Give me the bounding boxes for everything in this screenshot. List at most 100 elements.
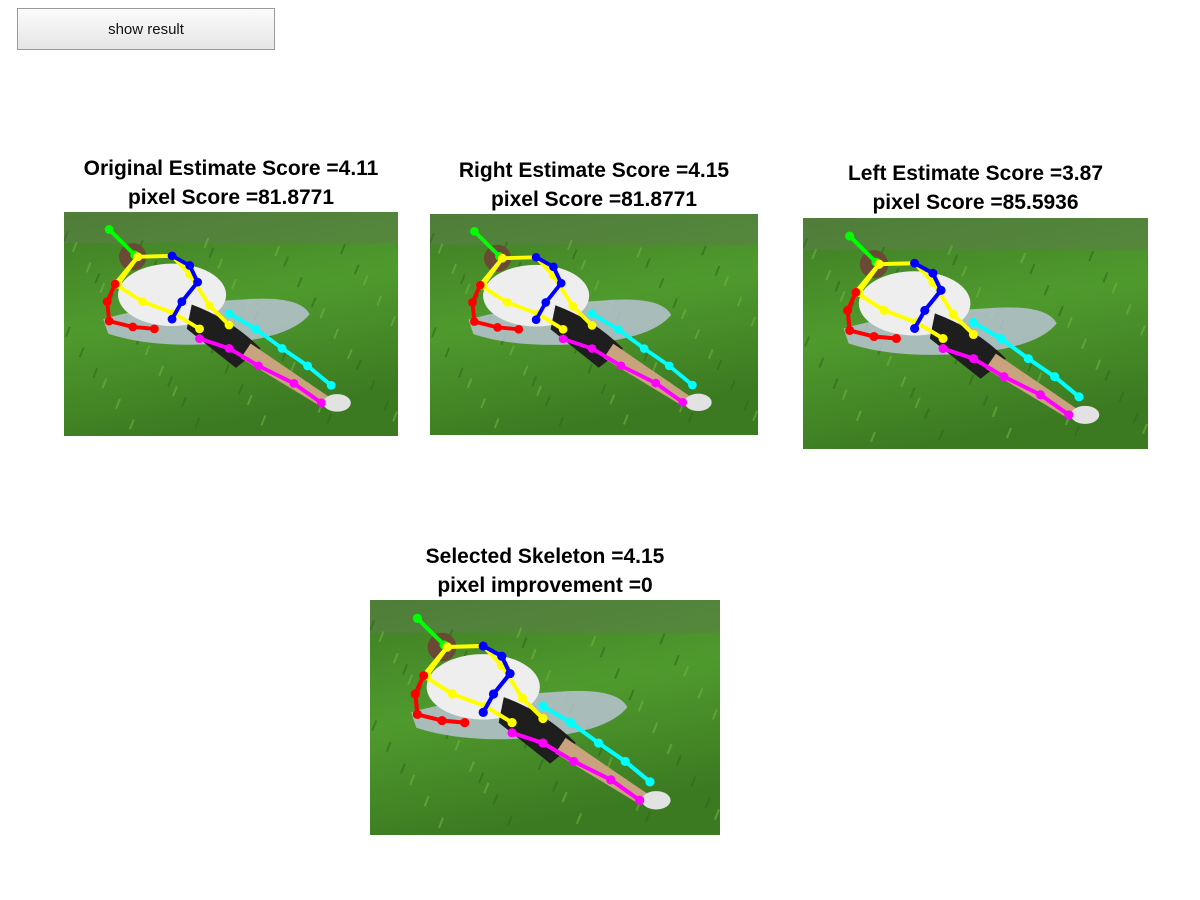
skeleton-joint <box>177 297 187 306</box>
skeleton-joint <box>845 231 855 241</box>
fence-background <box>370 600 720 633</box>
skeleton-joint <box>224 308 234 318</box>
skeleton-joint <box>566 718 576 728</box>
skeleton-joint <box>195 324 204 334</box>
skeleton-joint <box>999 372 1009 382</box>
skeleton-joint <box>558 324 568 334</box>
skeleton-joint <box>138 297 148 306</box>
skeleton-joint <box>133 252 143 262</box>
skeleton-overlay <box>803 218 1148 449</box>
skeleton-joint <box>843 305 853 315</box>
skeleton-joint <box>531 315 541 325</box>
skeleton-joint <box>620 756 630 767</box>
skeleton-joint <box>948 309 958 319</box>
skeleton-joint <box>549 262 558 272</box>
skeleton-joint <box>303 361 313 371</box>
skeleton-joint <box>613 324 623 334</box>
skeleton-joint <box>910 258 920 268</box>
skeleton-joint <box>128 322 138 332</box>
skeleton-joint <box>678 398 688 407</box>
skeleton-joint <box>538 713 548 724</box>
skeleton-joint <box>606 775 616 785</box>
skeleton-joint <box>928 268 938 278</box>
shoe <box>1070 405 1100 424</box>
shoe <box>641 791 671 810</box>
skeleton-joint <box>688 380 697 390</box>
skeleton-joint <box>507 718 517 728</box>
skeleton-joint <box>497 651 507 661</box>
skeleton-joint <box>104 225 114 234</box>
skeleton-joint <box>1035 390 1046 400</box>
skeleton-joint <box>874 259 884 269</box>
skeleton-joint <box>193 277 203 287</box>
skeleton-joint <box>251 324 260 334</box>
skeleton-joint <box>493 323 502 332</box>
skeleton-joint <box>938 334 948 344</box>
skeleton-joint <box>651 378 661 388</box>
skeleton-joint <box>167 251 177 261</box>
skeleton-joint <box>110 279 120 289</box>
panel-left-estimate: Left Estimate Score =3.87 pixel Score =8… <box>803 159 1148 451</box>
skeleton-joint <box>569 756 579 767</box>
shoe <box>323 394 351 412</box>
skeleton-joint <box>442 642 452 652</box>
skeleton-joint <box>593 738 604 748</box>
skeleton-joint <box>587 321 597 330</box>
fence-background <box>803 218 1148 251</box>
panel-title-line2: pixel Score =81.8771 <box>490 188 698 211</box>
panel-title-line2: pixel improvement =0 <box>437 574 653 597</box>
skeleton-joint <box>185 261 195 270</box>
skeleton-joint <box>968 354 979 364</box>
skeleton-joint <box>507 728 517 738</box>
panel-title-line1: Selected Skeleton =4.15 <box>425 545 665 568</box>
skeleton-joint <box>869 331 879 342</box>
skeleton-joint <box>531 252 541 262</box>
skeleton-joint <box>639 344 649 353</box>
skeleton-joint <box>254 361 263 371</box>
panel-title-line2: pixel Score =85.5936 <box>872 191 1079 214</box>
skeleton-joint <box>470 317 479 326</box>
skeleton-joint <box>468 298 477 307</box>
pose-image <box>803 218 1148 449</box>
skeleton-joint <box>538 701 548 711</box>
skeleton-joint <box>616 361 626 371</box>
skeleton-joint <box>412 709 422 720</box>
skeleton-joint <box>968 317 979 327</box>
panel-title-line1: Left Estimate Score =3.87 <box>847 162 1104 185</box>
skeleton-joint <box>418 671 429 681</box>
skeleton-joint <box>910 323 920 333</box>
skeleton-joint <box>938 344 948 354</box>
skeleton-joint <box>204 301 214 310</box>
skeleton-joint <box>505 668 515 679</box>
skeleton-joint <box>556 278 566 288</box>
skeleton-overlay <box>64 212 398 436</box>
skeleton-joint <box>968 329 979 340</box>
skeleton-joint <box>475 280 485 290</box>
fence-background <box>64 212 398 244</box>
skeleton-joint <box>1074 392 1084 402</box>
skeleton-joint <box>412 613 422 623</box>
skeleton-joint <box>447 689 457 699</box>
skeleton-joint <box>437 715 447 726</box>
skeleton-joint <box>149 324 159 334</box>
skeleton-joint <box>558 334 568 344</box>
skeleton-joint <box>104 316 114 326</box>
skeleton-joint <box>635 795 645 805</box>
show-result-button[interactable]: show result <box>17 8 275 50</box>
shoe <box>684 393 712 411</box>
skeleton-joint <box>316 398 326 408</box>
skeleton-joint <box>845 325 855 336</box>
skeleton-joint <box>541 298 551 307</box>
panel-title-line2: pixel Score =81.8771 <box>127 186 335 209</box>
skeleton-joint <box>1050 372 1060 382</box>
skeleton-joint <box>517 693 527 703</box>
skeleton-joint <box>514 324 524 334</box>
skeleton-joint <box>470 226 479 236</box>
pose-image <box>64 212 398 436</box>
skeleton-joint <box>478 641 488 651</box>
skeleton-joint <box>277 343 287 353</box>
skeleton-joint <box>410 689 420 699</box>
skeleton-joint <box>587 344 597 353</box>
skeleton-joint <box>645 777 655 787</box>
skeleton-joint <box>478 707 488 717</box>
